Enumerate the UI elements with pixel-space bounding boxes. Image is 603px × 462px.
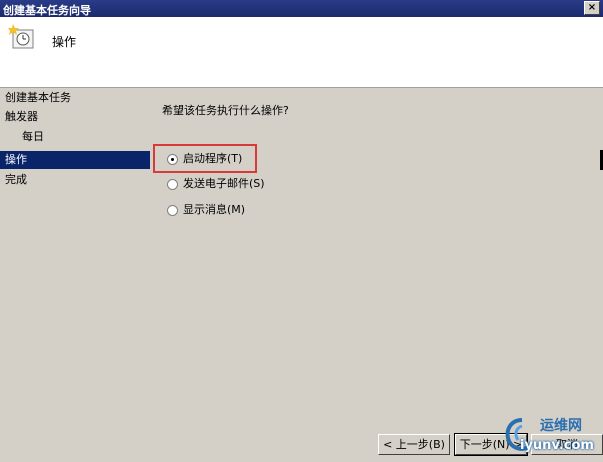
wizard-steps-sidebar: 创建基本任务 触发器 每日 操作 完成 bbox=[0, 89, 150, 462]
close-button[interactable]: × bbox=[584, 1, 600, 15]
sidebar-item-trigger[interactable]: 触发器 bbox=[0, 108, 150, 126]
site-watermark: 运维网 iyunv.com bbox=[500, 412, 603, 462]
watermark-text-url: iyunv.com bbox=[520, 438, 594, 453]
radio-show-message[interactable] bbox=[167, 204, 178, 216]
sidebar-item-daily[interactable]: 每日 bbox=[0, 128, 150, 146]
sidebar-item-finish[interactable]: 完成 bbox=[0, 171, 150, 189]
option-send-email-label: 发送电子邮件(S) bbox=[183, 177, 265, 190]
wizard-header: 操作 bbox=[0, 17, 603, 88]
window-title: 创建基本任务向导 bbox=[3, 4, 91, 17]
watermark-text-cn: 运维网 bbox=[540, 418, 582, 434]
close-icon: × bbox=[587, 2, 597, 13]
radio-send-email[interactable] bbox=[167, 178, 178, 190]
option-show-message[interactable]: 显示消息(M) bbox=[167, 202, 245, 218]
clock-task-icon bbox=[8, 24, 34, 49]
page-title: 操作 bbox=[52, 35, 77, 49]
sidebar-item-create-task[interactable]: 创建基本任务 bbox=[0, 89, 150, 107]
annotation-highlight-box bbox=[153, 144, 257, 173]
back-button[interactable]: < 上一步(B) bbox=[378, 434, 450, 455]
option-show-message-label: 显示消息(M) bbox=[183, 203, 246, 216]
option-send-email[interactable]: 发送电子邮件(S) bbox=[167, 176, 265, 192]
window-titlebar: 创建基本任务向导 × bbox=[0, 0, 603, 17]
action-question: 希望该任务执行什么操作? bbox=[162, 104, 289, 117]
sidebar-item-action[interactable]: 操作 bbox=[0, 151, 150, 169]
